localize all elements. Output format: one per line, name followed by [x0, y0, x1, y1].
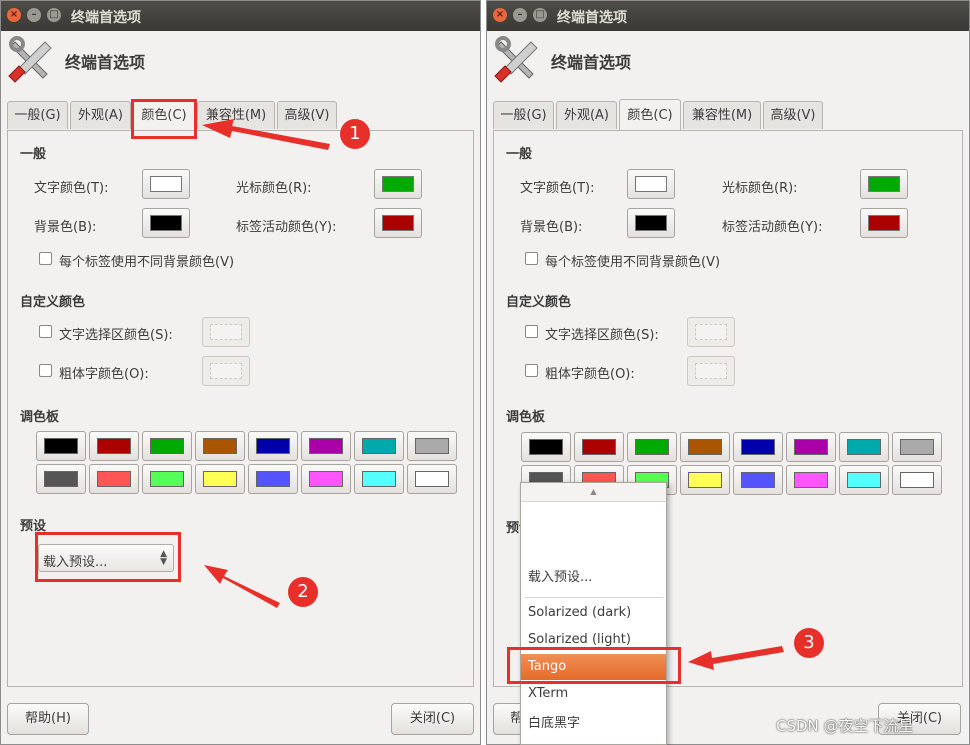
watermark: CSDN @夜空下流星 — [776, 717, 914, 735]
annotation-arrows — [202, 119, 784, 670]
arrow-1 — [202, 119, 330, 150]
arrow-2 — [204, 565, 280, 608]
arrow-3 — [688, 646, 784, 670]
step-2-badge: 2 — [288, 577, 318, 607]
step-1-badge: 1 — [340, 119, 370, 149]
step-3-badge: 3 — [794, 628, 824, 658]
